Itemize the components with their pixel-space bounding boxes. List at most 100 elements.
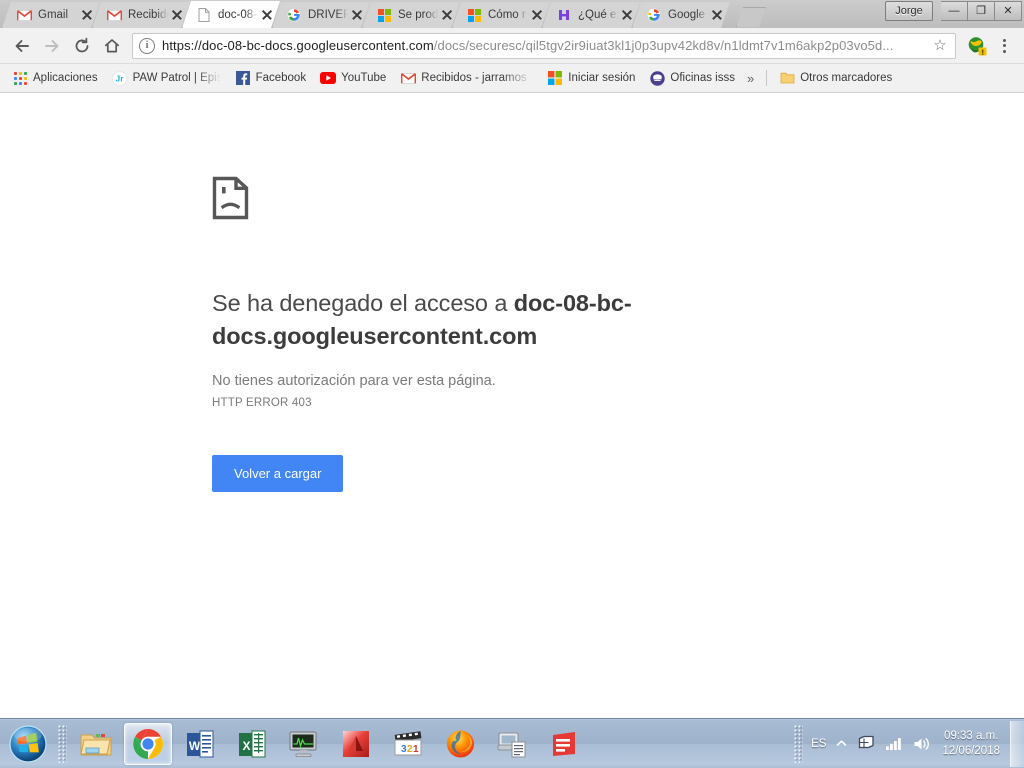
url-path: /docs/securesc/qil5tgv2ir9iuat3kl1j0p3up… (433, 38, 894, 53)
error-page-container: Se ha denegado el acceso a doc-08-bc-doc… (212, 176, 812, 492)
page-viewport: Se ha denegado el acceso a doc-08-bc-doc… (0, 93, 1024, 718)
menu-dot (1002, 38, 1006, 42)
scanner-icon[interactable] (488, 723, 536, 765)
system-monitor-icon[interactable] (280, 723, 328, 765)
clock[interactable]: 09:33 a.m. 12/06/2018 (936, 722, 1008, 766)
youtube-icon (320, 70, 337, 86)
microsoft-icon (466, 7, 482, 23)
extension-globe-icon[interactable] (966, 35, 988, 57)
bookmarks-divider (766, 70, 768, 86)
bookmark-oficinas-isss[interactable]: Oficinas isss (643, 67, 741, 89)
home-button[interactable] (98, 32, 126, 60)
error-detail-text: No tienes autorización para ver esta pág… (212, 373, 496, 389)
forward-button (38, 32, 66, 60)
close-icon[interactable] (170, 8, 184, 22)
browser-tab-gmail[interactable]: Gmail (2, 2, 100, 28)
browser-tab-google[interactable]: Google (632, 2, 730, 28)
document-icon (196, 7, 212, 23)
restore-icon: ❐ (976, 5, 986, 17)
chevron-up-icon[interactable] (831, 724, 852, 764)
svg-text:Jr: Jr (116, 73, 125, 83)
facebook-icon (235, 70, 251, 86)
bookmark-recibidos[interactable]: Recibidos - jarramos (394, 67, 539, 89)
isss-icon (649, 70, 665, 86)
microsoft-excel-icon[interactable]: X (228, 723, 276, 765)
file-explorer-icon[interactable] (72, 723, 120, 765)
taskbar-grip[interactable] (58, 724, 67, 763)
close-icon[interactable] (530, 8, 544, 22)
minimize-button[interactable]: — (941, 1, 968, 21)
action-center-flag-icon[interactable] (852, 724, 880, 764)
close-icon: ✕ (1003, 5, 1013, 17)
windows-taskbar: W X 3 2 1 ES 09:33 a.m. 12/06/2018 (0, 718, 1024, 768)
jr-icon: Jr (112, 70, 128, 86)
error-heading: Se ha denegado el acceso a doc-08-bc-doc… (212, 287, 642, 353)
windows-start-orb-icon[interactable] (1, 721, 55, 767)
svg-text:X: X (242, 739, 250, 753)
close-icon[interactable] (440, 8, 454, 22)
close-icon[interactable] (80, 8, 94, 22)
bookmark-label: Otros marcadores (800, 72, 893, 84)
menu-dot (1002, 44, 1006, 47)
bookmark-paw-patrol[interactable]: Jr PAW Patrol | Episodi (106, 67, 227, 89)
language-indicator[interactable]: ES (806, 724, 831, 764)
microsoft-icon (376, 7, 392, 23)
browser-tab-driver[interactable]: DRIVER (272, 2, 370, 28)
bookmark-otros-marcadores[interactable]: Otros marcadores (773, 67, 898, 89)
error-heading-prefix: Se ha denegado el acceso a (212, 290, 514, 316)
close-icon[interactable] (710, 8, 724, 22)
google-chrome-icon[interactable] (124, 722, 172, 765)
sad-document-icon (212, 176, 812, 225)
tray-grip[interactable] (794, 724, 804, 763)
close-icon[interactable] (620, 8, 634, 22)
address-bar[interactable]: i https://doc-08-bc-docs.googleuserconte… (132, 32, 956, 59)
browser-tab-como[interactable]: Cómo r (452, 2, 550, 28)
bookmark-facebook[interactable]: Facebook (229, 67, 313, 89)
volume-icon[interactable] (908, 724, 936, 764)
info-icon[interactable]: i (139, 37, 155, 54)
media-player-classic-icon[interactable]: 3 2 1 (384, 723, 432, 765)
browser-tab-que-es[interactable]: ¿Qué es (542, 2, 640, 28)
minimize-icon: — (948, 5, 960, 17)
purple-h-icon (556, 7, 572, 23)
mozilla-firefox-icon[interactable] (436, 723, 484, 765)
close-icon[interactable] (350, 8, 364, 22)
back-arrow-icon (13, 37, 31, 55)
network-signal-icon[interactable] (880, 724, 908, 764)
profile-button[interactable]: Jorge (885, 1, 933, 21)
tab-title: Google (668, 9, 706, 21)
bookmark-label: YouTube (341, 72, 387, 84)
microsoft-word-icon[interactable]: W (176, 723, 224, 765)
clock-date: 12/06/2018 (942, 744, 1000, 757)
browser-tab-doc-08[interactable]: doc-08- (182, 1, 280, 28)
bookmark-star-icon[interactable]: ☆ (931, 37, 949, 54)
sketchup-icon[interactable] (540, 723, 588, 765)
close-icon[interactable] (260, 8, 274, 22)
google-icon (286, 7, 302, 23)
svg-text:1: 1 (413, 744, 419, 755)
browser-tab-se-produjo[interactable]: Se prod (362, 2, 460, 28)
gmail-icon (106, 7, 122, 23)
bookmark-youtube[interactable]: YouTube (314, 67, 392, 89)
svg-text:W: W (189, 739, 201, 753)
tab-title: ¿Qué es (578, 9, 618, 21)
bookmarks-overflow-button[interactable]: » (747, 71, 754, 86)
browser-tab-recibidos[interactable]: Recibidos (92, 2, 190, 28)
tab-title: doc-08- (218, 8, 257, 21)
bookmark-iniciar-sesion[interactable]: Iniciar sesión (541, 67, 641, 89)
reload-button-toolbar[interactable] (68, 32, 96, 60)
three-dot-menu-icon[interactable] (992, 32, 1016, 60)
autocad-icon[interactable] (332, 723, 380, 765)
bookmark-label: Oficinas isss (670, 72, 735, 84)
restore-button[interactable]: ❐ (968, 1, 995, 21)
google-icon (646, 7, 662, 23)
bookmark-aplicaciones[interactable]: Aplicaciones (6, 67, 104, 89)
reload-page-button[interactable]: Volver a cargar (212, 455, 344, 492)
menu-dot (1002, 49, 1006, 53)
gmail-icon (400, 70, 416, 86)
bookmarks-bar: Aplicaciones Jr PAW Patrol | Episodi Fac… (0, 64, 1024, 93)
show-desktop-button[interactable] (1010, 720, 1024, 767)
close-window-button[interactable]: ✕ (995, 1, 1022, 21)
new-tab-button[interactable] (736, 7, 766, 27)
back-button[interactable] (8, 32, 36, 60)
